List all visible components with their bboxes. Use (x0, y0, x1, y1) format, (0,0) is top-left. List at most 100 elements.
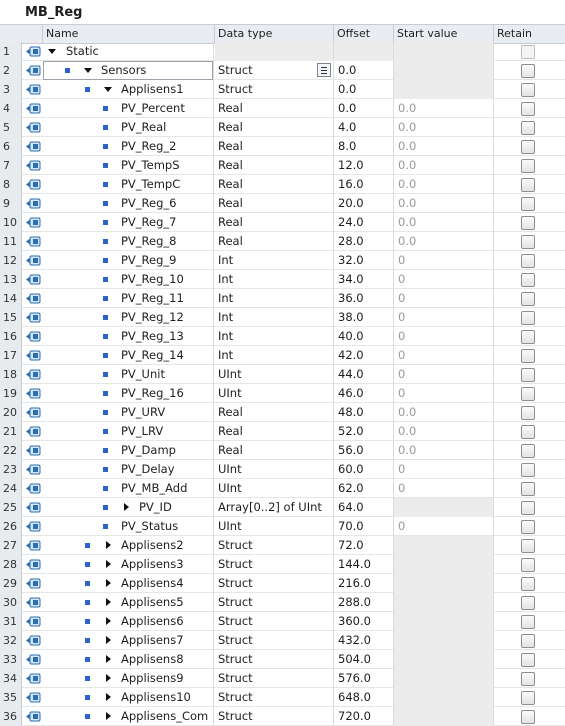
variable-name[interactable]: Applisens9 (121, 669, 184, 688)
data-type[interactable]: UInt (215, 384, 333, 403)
retain-checkbox[interactable] (521, 349, 535, 363)
data-type[interactable]: Struct (215, 593, 333, 612)
row-number[interactable]: 12 (0, 251, 22, 270)
data-type[interactable]: Int (215, 346, 333, 365)
table-row[interactable]: 7 PV_TempS Real 12.0 0.0 (0, 156, 565, 175)
collapse-triangle-icon[interactable] (104, 87, 112, 92)
variable-name[interactable]: Applisens1 (121, 80, 184, 99)
collapse-triangle-icon[interactable] (48, 49, 56, 54)
start-value[interactable] (394, 536, 493, 555)
row-number[interactable]: 18 (0, 365, 22, 384)
variable-name[interactable]: Applisens10 (121, 688, 191, 707)
data-type[interactable]: Real (215, 118, 333, 137)
row-number[interactable]: 20 (0, 403, 22, 422)
table-row[interactable]: 31 Applisens6 Struct 360.0 (0, 612, 565, 631)
header-start-value[interactable]: Start value (394, 25, 494, 43)
start-value[interactable] (394, 42, 493, 61)
table-row[interactable]: 9 PV_Reg_6 Real 20.0 0.0 (0, 194, 565, 213)
data-type[interactable]: Struct (215, 555, 333, 574)
expand-triangle-icon[interactable] (106, 636, 111, 644)
variable-name[interactable]: PV_Unit (121, 365, 165, 384)
retain-checkbox[interactable] (521, 311, 535, 325)
row-number[interactable]: 9 (0, 194, 22, 213)
data-type[interactable]: Int (215, 327, 333, 346)
start-value[interactable]: 0 (394, 346, 493, 365)
start-value[interactable]: 0 (394, 460, 493, 479)
variable-name[interactable]: PV_Reg_9 (121, 251, 176, 270)
data-type[interactable]: Int (215, 308, 333, 327)
variable-name[interactable]: PV_Status (121, 517, 178, 536)
retain-checkbox[interactable] (521, 159, 535, 173)
data-type[interactable]: Struct (215, 80, 333, 99)
table-row[interactable]: 2 Sensors Struct 0.0 (0, 61, 565, 80)
table-row[interactable]: 6 PV_Reg_2 Real 8.0 0.0 (0, 137, 565, 156)
retain-checkbox[interactable] (521, 539, 535, 553)
row-number[interactable]: 7 (0, 156, 22, 175)
retain-checkbox[interactable] (521, 45, 535, 59)
table-row[interactable]: 34 Applisens9 Struct 576.0 (0, 669, 565, 688)
data-type[interactable]: Int (215, 289, 333, 308)
row-number[interactable]: 21 (0, 422, 22, 441)
variable-name[interactable]: PV_LRV (121, 422, 163, 441)
data-type[interactable]: Real (215, 441, 333, 460)
variable-name[interactable]: Static (66, 42, 99, 61)
table-row[interactable]: 13 PV_Reg_10 Int 34.0 0 (0, 270, 565, 289)
start-value[interactable]: 0 (394, 479, 493, 498)
table-row[interactable]: 14 PV_Reg_11 Int 36.0 0 (0, 289, 565, 308)
start-value[interactable]: 0 (394, 308, 493, 327)
table-row[interactable]: 28 Applisens3 Struct 144.0 (0, 555, 565, 574)
variable-name[interactable]: Applisens6 (121, 612, 184, 631)
table-row[interactable]: 25 PV_ID Array[0..2] of UInt 64.0 (0, 498, 565, 517)
row-number[interactable]: 19 (0, 384, 22, 403)
row-number[interactable]: 11 (0, 232, 22, 251)
variable-name[interactable]: PV_URV (121, 403, 165, 422)
row-number[interactable]: 3 (0, 80, 22, 99)
data-type[interactable]: Array[0..2] of UInt (215, 498, 333, 517)
row-number[interactable]: 14 (0, 289, 22, 308)
start-value[interactable] (394, 61, 493, 80)
data-type[interactable]: Struct (215, 574, 333, 593)
retain-checkbox[interactable] (521, 216, 535, 230)
collapse-triangle-icon[interactable] (84, 68, 92, 73)
variable-name[interactable]: PV_Reg_14 (121, 346, 184, 365)
table-row[interactable]: 11 PV_Reg_8 Real 28.0 0.0 (0, 232, 565, 251)
table-row[interactable]: 15 PV_Reg_12 Int 38.0 0 (0, 308, 565, 327)
data-type[interactable]: Struct (215, 669, 333, 688)
table-row[interactable]: 12 PV_Reg_9 Int 32.0 0 (0, 251, 565, 270)
header-name[interactable]: Name (43, 25, 215, 43)
row-number[interactable]: 22 (0, 441, 22, 460)
data-type[interactable]: Real (215, 232, 333, 251)
retain-checkbox[interactable] (521, 140, 535, 154)
variable-name[interactable]: Applisens7 (121, 631, 184, 650)
row-number[interactable]: 33 (0, 650, 22, 669)
retain-checkbox[interactable] (521, 368, 535, 382)
variable-name[interactable]: PV_Reg_11 (121, 289, 184, 308)
table-row[interactable]: 29 Applisens4 Struct 216.0 (0, 574, 565, 593)
variable-name[interactable]: Applisens4 (121, 574, 184, 593)
retain-checkbox[interactable] (521, 520, 535, 534)
variable-name[interactable]: PV_TempS (121, 156, 180, 175)
data-type[interactable]: UInt (215, 517, 333, 536)
variable-name[interactable]: PV_Delay (121, 460, 175, 479)
header-offset[interactable]: Offset (334, 25, 394, 43)
retain-checkbox[interactable] (521, 634, 535, 648)
start-value[interactable]: 0.0 (394, 194, 493, 213)
row-number[interactable]: 4 (0, 99, 22, 118)
data-type[interactable]: Real (215, 99, 333, 118)
variable-name[interactable]: PV_MB_Add (121, 479, 187, 498)
start-value[interactable]: 0 (394, 270, 493, 289)
data-type[interactable]: Struct (215, 536, 333, 555)
row-number[interactable]: 24 (0, 479, 22, 498)
table-row[interactable]: 10 PV_Reg_7 Real 24.0 0.0 (0, 213, 565, 232)
data-type[interactable] (215, 42, 333, 61)
variable-name[interactable]: PV_Reg_13 (121, 327, 184, 346)
variable-name[interactable]: PV_TempC (121, 175, 180, 194)
start-value[interactable]: 0.0 (394, 118, 493, 137)
start-value[interactable]: 0.0 (394, 232, 493, 251)
retain-checkbox[interactable] (521, 596, 535, 610)
retain-checkbox[interactable] (521, 406, 535, 420)
start-value[interactable] (394, 669, 493, 688)
retain-checkbox[interactable] (521, 558, 535, 572)
retain-checkbox[interactable] (521, 83, 535, 97)
start-value[interactable] (394, 688, 493, 707)
